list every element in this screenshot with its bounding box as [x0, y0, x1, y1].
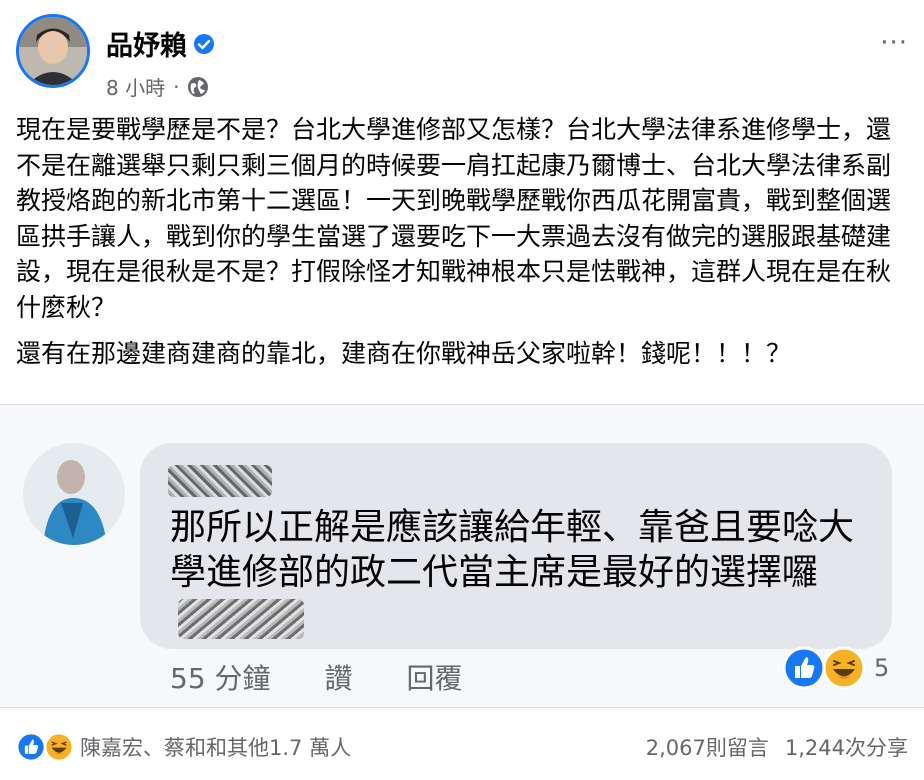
post-footer: 陳嘉宏、蔡和和其他1.7 萬人 2,067則留言 1,244次分享	[16, 732, 908, 762]
commenter-avatar	[23, 443, 125, 545]
comment-reactions[interactable]: 5	[782, 646, 889, 690]
post-time[interactable]: 8 小時	[106, 72, 165, 101]
reactors-text[interactable]: 陳嘉宏、蔡和和其他1.7 萬人	[80, 732, 351, 762]
comment-text: 那所以正解是應該讓給年輕、靠爸且要唸大學進修部的政二代當主席是最好的選擇囉	[170, 507, 855, 593]
comment-time[interactable]: 55 分鐘	[170, 657, 271, 697]
post-paragraph-1: 現在是要戰學歷是不是？台北大學進修部又怎樣？台北大學法律系進修學士，還不是在離選…	[16, 115, 892, 322]
haha-reaction-icon	[822, 646, 866, 690]
comment-reply-button[interactable]: 回覆	[407, 657, 463, 697]
post-meta: 8 小時 ·	[106, 72, 209, 101]
blurred-tag	[178, 599, 304, 639]
comment-actions: 55 分鐘 讚 回覆	[170, 657, 463, 697]
like-reaction-icon	[16, 732, 46, 762]
globe-icon	[188, 76, 209, 97]
author-name[interactable]: 品妤賴	[106, 24, 187, 63]
author-row: 品妤賴	[106, 24, 215, 63]
shared-comment-image: 那所以正解是應該讓給年輕、靠爸且要唸大學進修部的政二代當主席是最好的選擇囉 55…	[0, 404, 924, 708]
reaction-summary[interactable]: 陳嘉宏、蔡和和其他1.7 萬人	[16, 732, 351, 762]
share-count[interactable]: 1,244次分享	[785, 732, 908, 762]
like-reaction-icon	[782, 646, 826, 690]
meta-separator: ·	[173, 74, 180, 99]
comment-like-button[interactable]: 讚	[325, 657, 353, 697]
haha-reaction-icon	[44, 732, 74, 762]
comment-bubble: 那所以正解是應該讓給年輕、靠爸且要唸大學進修部的政二代當主席是最好的選擇囉	[140, 443, 892, 649]
author-avatar[interactable]	[16, 14, 90, 88]
verified-icon	[194, 33, 214, 54]
engagement-counts: 2,067則留言 1,244次分享	[646, 732, 908, 762]
comment-count[interactable]: 2,067則留言	[646, 732, 769, 762]
post-header: 品妤賴 8 小時 · ···	[16, 14, 908, 100]
comment-reaction-count: 5	[874, 654, 890, 682]
more-icon[interactable]: ···	[880, 28, 908, 58]
comment-text-block: 那所以正解是應該讓給年輕、靠爸且要唸大學進修部的政二代當主席是最好的選擇囉	[170, 505, 870, 640]
blurred-commenter-name	[168, 465, 272, 497]
post-body: 現在是要戰學歷是不是？台北大學進修部又怎樣？台北大學法律系進修學士，還不是在離選…	[16, 112, 908, 383]
post-paragraph-2: 還有在那邊建商建商的靠北，建商在你戰神岳父家啦幹！錢呢！！！？	[16, 339, 792, 368]
